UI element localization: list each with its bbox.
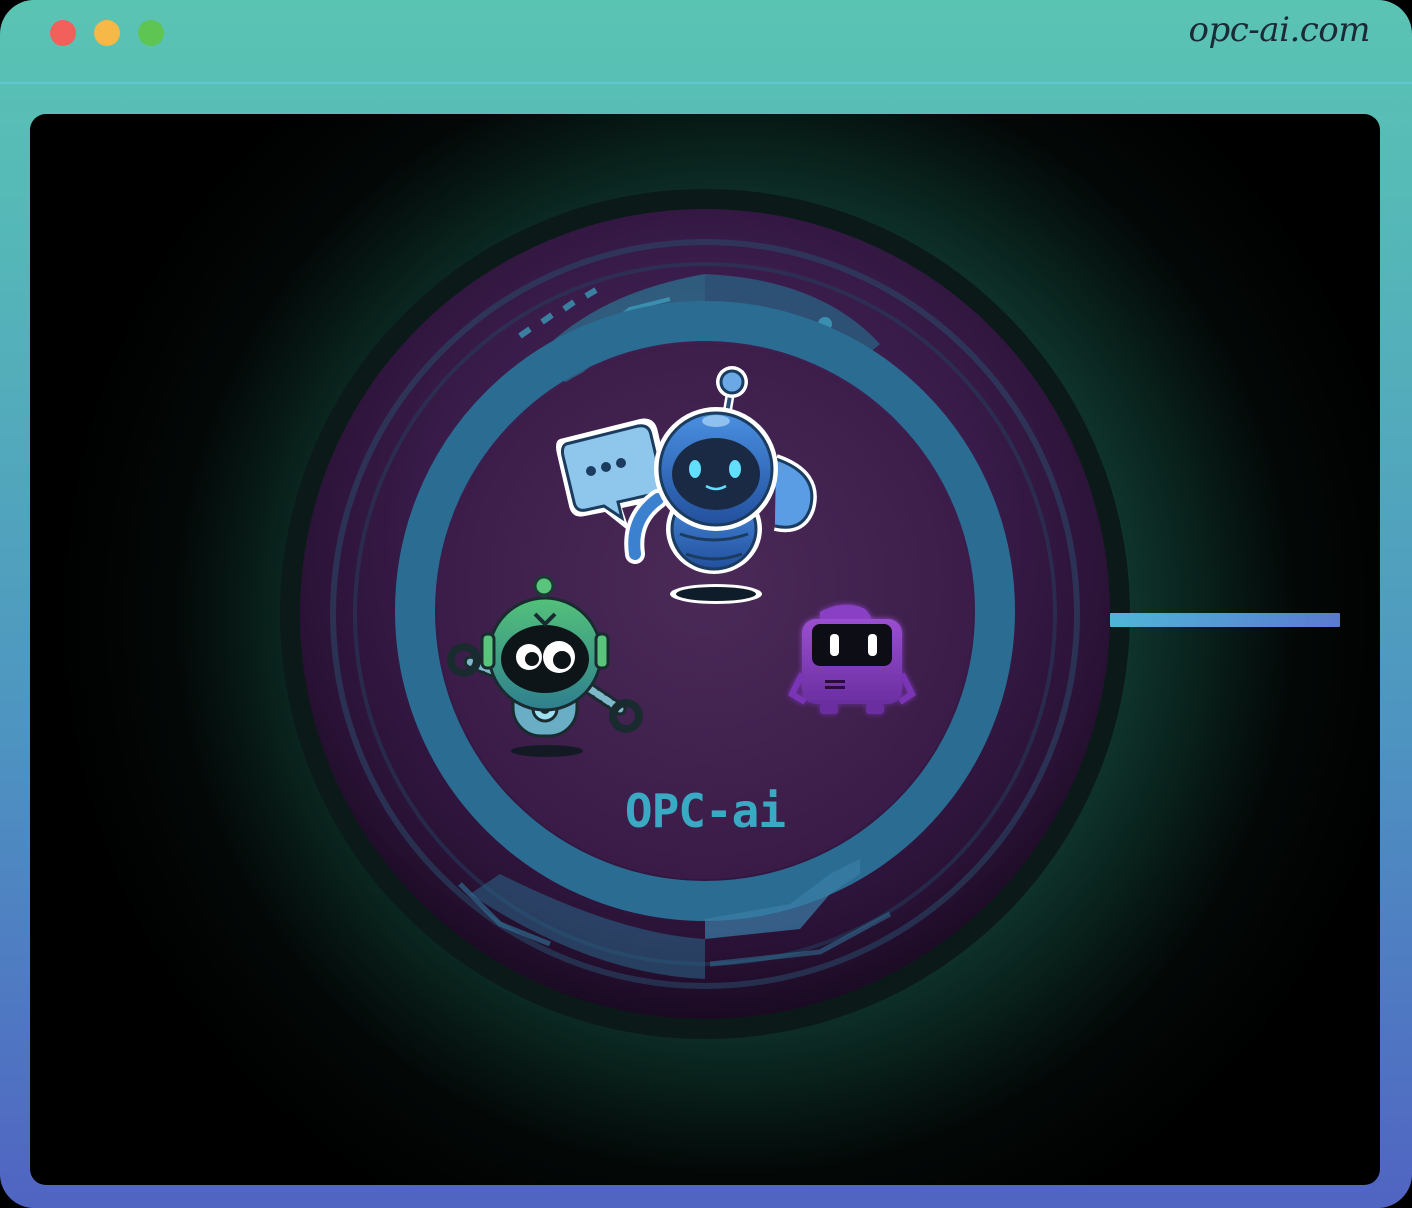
minimize-button[interactable] bbox=[94, 20, 120, 46]
purple-robot-mascot bbox=[788, 604, 916, 714]
site-title: opc-ai.com bbox=[1188, 10, 1371, 50]
content-area: OPC-ai bbox=[30, 114, 1380, 1185]
logo-text: OPC-ai bbox=[625, 784, 785, 838]
accent-bar bbox=[1110, 613, 1340, 627]
close-button[interactable] bbox=[50, 20, 76, 46]
browser-window: opc-ai.com OPC-ai bbox=[0, 0, 1412, 1208]
title-bar: opc-ai.com bbox=[0, 0, 1412, 84]
maximize-button[interactable] bbox=[138, 20, 164, 46]
logo-illustration: OPC-ai bbox=[280, 189, 1130, 1039]
